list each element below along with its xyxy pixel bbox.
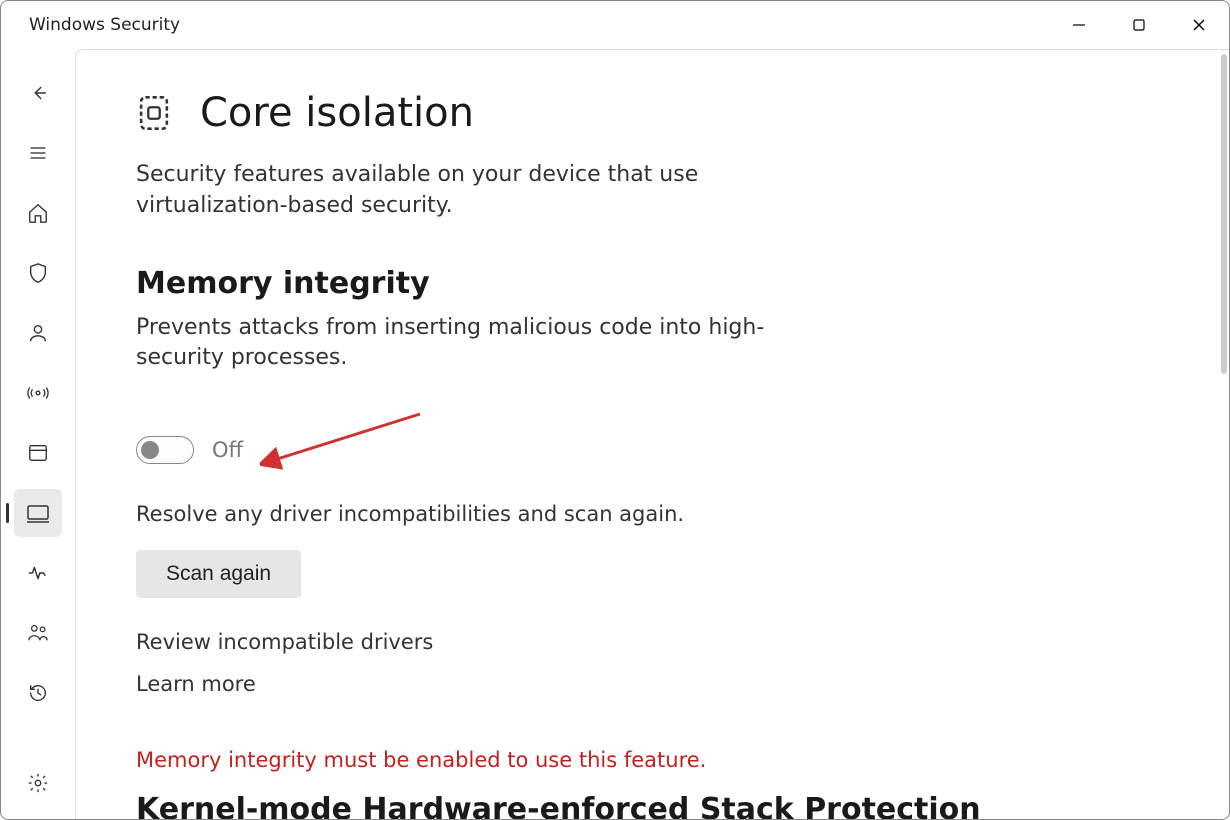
minimize-button[interactable] [1049, 1, 1109, 49]
settings-icon[interactable] [14, 759, 62, 807]
home-icon[interactable] [14, 189, 62, 237]
window-controls [1049, 1, 1229, 49]
page-subtitle: Security features available on your devi… [136, 160, 856, 222]
app-browser-icon[interactable] [14, 429, 62, 477]
shield-icon[interactable] [14, 249, 62, 297]
protection-history-icon[interactable] [14, 669, 62, 717]
firewall-icon[interactable] [14, 369, 62, 417]
memory-integrity-title: Memory integrity [136, 266, 1169, 301]
core-isolation-icon [136, 93, 172, 133]
memory-integrity-desc: Prevents attacks from inserting maliciou… [136, 313, 816, 375]
family-icon[interactable] [14, 609, 62, 657]
scan-again-button[interactable]: Scan again [136, 550, 301, 598]
titlebar: Windows Security [1, 1, 1229, 49]
scrollbar[interactable] [1221, 54, 1227, 374]
page-title: Core isolation [200, 90, 474, 136]
kernel-protection-title: Kernel-mode Hardware-enforced Stack Prot… [136, 792, 1169, 819]
main-content: Core isolation Security features availab… [76, 50, 1229, 819]
warning-text: Memory integrity must be enabled to use … [136, 748, 1169, 772]
toggle-state-label: Off [212, 438, 243, 462]
device-security-icon[interactable] [14, 489, 62, 537]
close-button[interactable] [1169, 1, 1229, 49]
account-icon[interactable] [14, 309, 62, 357]
menu-button[interactable] [14, 129, 62, 177]
sidebar [1, 49, 75, 819]
learn-more-link[interactable]: Learn more [136, 672, 1169, 696]
back-button[interactable] [14, 69, 62, 117]
device-performance-icon[interactable] [14, 549, 62, 597]
maximize-button[interactable] [1109, 1, 1169, 49]
resolve-text: Resolve any driver incompatibilities and… [136, 502, 1169, 526]
memory-integrity-toggle[interactable] [136, 436, 194, 464]
review-drivers-link[interactable]: Review incompatible drivers [136, 630, 1169, 654]
window-title: Windows Security [29, 15, 180, 35]
